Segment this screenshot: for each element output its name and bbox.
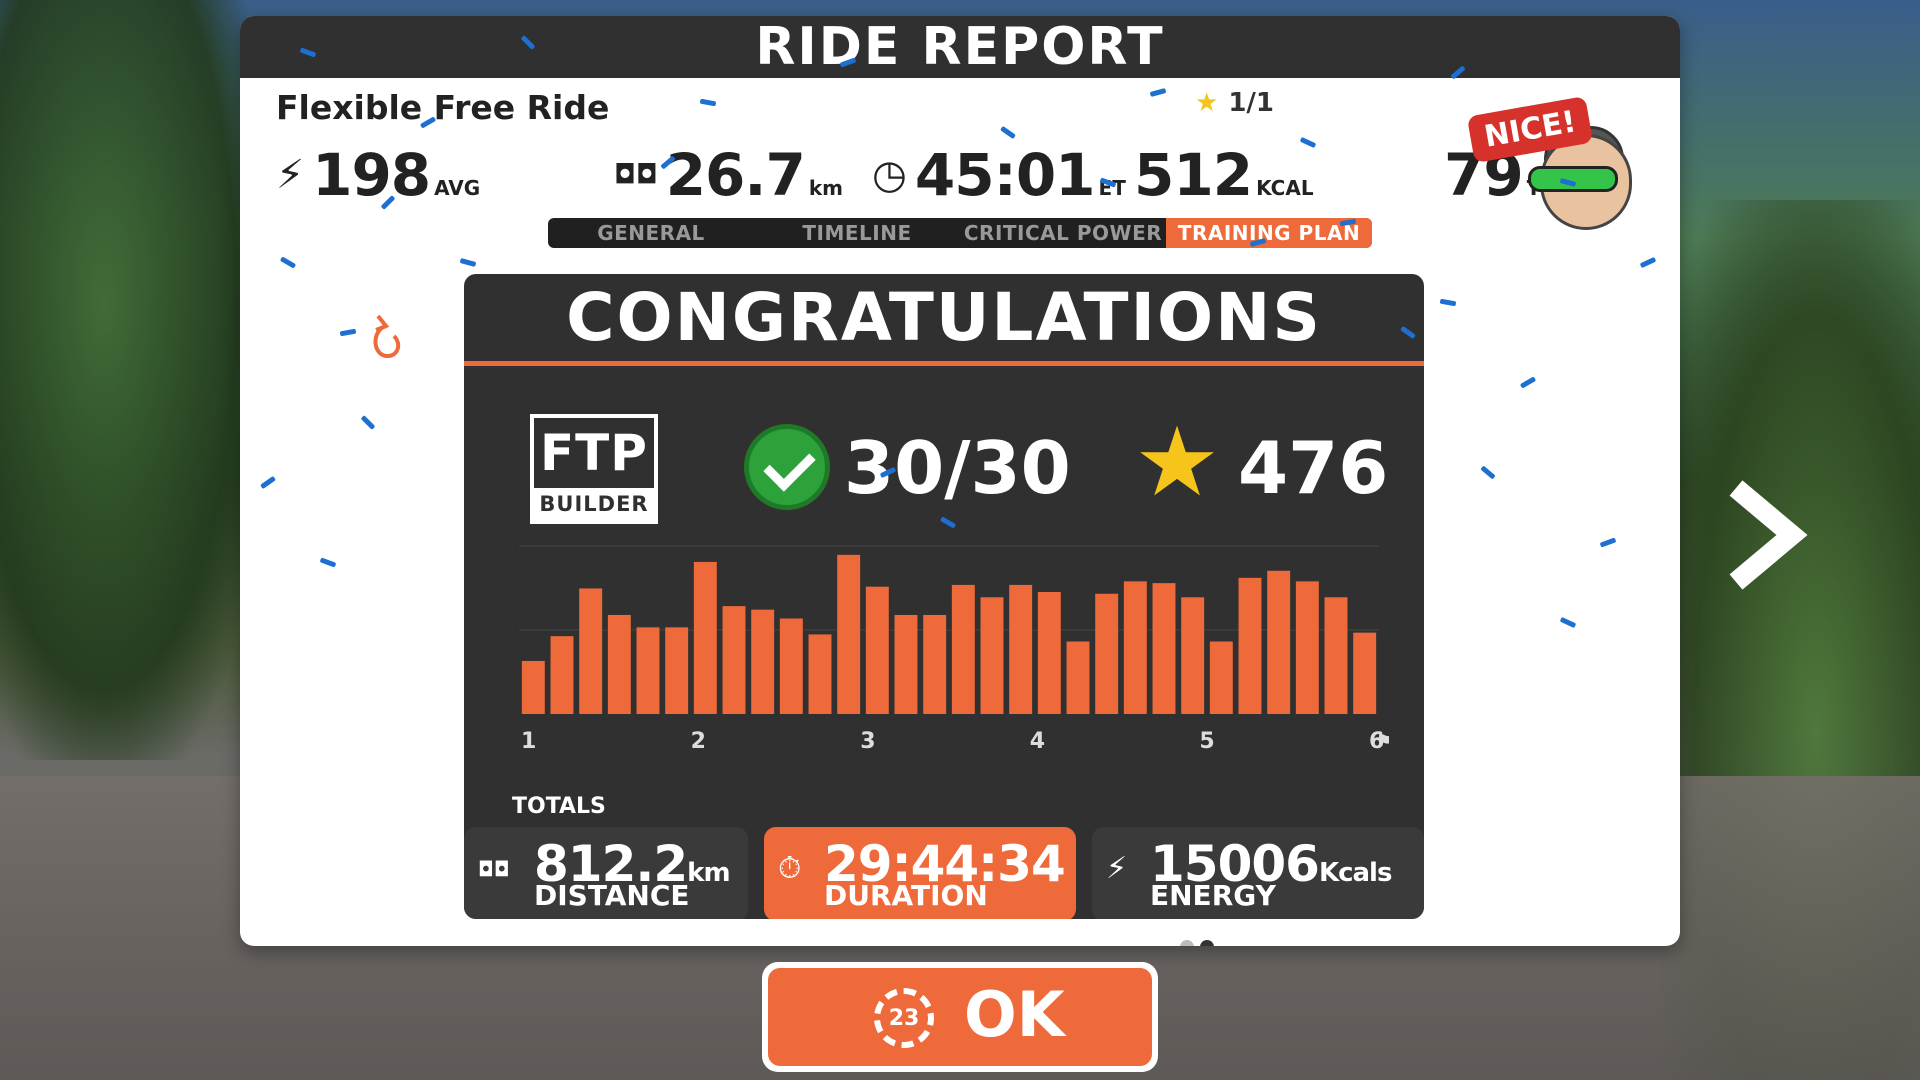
ok-button[interactable]: 23 OK (762, 962, 1158, 1072)
training-plan-card: CONGRATULATIONS FTP BUILDER 30/30 ★ 476 … (464, 274, 1424, 919)
workout-bar (579, 588, 603, 714)
workout-bar (1152, 583, 1176, 714)
total-energy: ⚡ 15006Kcals ENERGY (1092, 827, 1424, 919)
calories-unit: KCAL (1256, 176, 1314, 200)
mascot-goggles (1528, 166, 1618, 192)
star-icon: ★ (1195, 88, 1219, 118)
workout-bar (1209, 641, 1233, 714)
workout-bar (1037, 591, 1061, 714)
star-icon: ★ (1134, 406, 1221, 518)
chevron-right-icon[interactable] (1722, 480, 1812, 590)
avg-power-unit: AVG (434, 176, 481, 200)
workout-bar (1324, 597, 1348, 714)
total-energy-label: ENERGY (1150, 879, 1276, 912)
chart-tick-label: 2 (691, 729, 706, 754)
tab-timeline[interactable]: TIMELINE (754, 218, 960, 248)
pagination-dots (1180, 940, 1214, 946)
ride-stats: ⚡ 198 AVG ◘◘ 26.7 km ◷ 45:01 ET 512 KCAL… (276, 141, 1576, 211)
workout-bar (980, 597, 1004, 714)
distance-stat: ◘◘ 26.7 km (614, 141, 843, 209)
clock-icon: ◷ (872, 152, 907, 198)
countdown-timer: 23 (874, 988, 934, 1048)
ride-report-panel: RIDE REPORT Flexible Free Ride ★ 1/1 ⚡ 1… (240, 16, 1680, 946)
total-distance-label: DISTANCE (534, 879, 690, 912)
elapsed-time-value: 45:01 (914, 141, 1096, 209)
workout-bar (894, 614, 918, 714)
odometer-icon: ◘◘ (478, 857, 510, 881)
chart-tick-label: 5 (1199, 729, 1214, 754)
builder-logo-text: BUILDER (534, 488, 654, 520)
ftp-builder-logo: FTP BUILDER (530, 414, 658, 524)
workout-bar (1353, 632, 1377, 714)
ride-name: Flexible Free Ride (276, 88, 610, 127)
workouts-completed: 30/30 (844, 426, 1071, 510)
report-tabs: GENERAL TIMELINE CRITICAL POWER TRAINING… (548, 218, 1372, 248)
mascot-avatar: NICE! (1466, 95, 1640, 236)
workout-bar (1238, 577, 1262, 714)
workout-bar (521, 660, 545, 714)
chart-tick-label: 3 (860, 729, 875, 754)
workout-bar (1295, 581, 1319, 714)
workout-bar (808, 634, 832, 714)
distance-unit: km (808, 176, 843, 200)
finish-flag-icon: ⚑ (1375, 729, 1389, 753)
tab-general[interactable]: GENERAL (548, 218, 754, 248)
ftp-logo-text: FTP (540, 424, 648, 482)
odometer-icon: ◘◘ (614, 160, 658, 190)
workout-bar (923, 614, 947, 714)
ride-progress: ★ 1/1 (1195, 88, 1274, 118)
workout-bar (550, 636, 574, 714)
workout-bar-chart-svg: 1 2 3 4 5 6⚑ (519, 545, 1393, 754)
workout-bar (779, 618, 803, 714)
total-distance: ◘◘ 812.2km DISTANCE (464, 827, 748, 919)
chart-tick-label: 4 (1030, 729, 1045, 754)
power-icon: ⚡ (276, 152, 305, 198)
workout-bar (1009, 584, 1033, 714)
ok-label: OK (964, 978, 1065, 1051)
page-dot-1[interactable] (1180, 940, 1194, 946)
workout-bar (665, 627, 689, 714)
workout-bar (1267, 570, 1291, 714)
workout-bar (607, 614, 631, 714)
workout-bar (865, 586, 889, 714)
total-duration-label: DURATION (824, 879, 988, 912)
workout-bar (751, 609, 775, 714)
tab-critical-power[interactable]: CRITICAL POWER (960, 218, 1166, 248)
refresh-icon[interactable] (366, 308, 406, 368)
page-dot-2[interactable] (1200, 940, 1214, 946)
total-duration: ⏱ 29:44:34 DURATION (764, 827, 1076, 919)
workout-bar (1123, 581, 1147, 714)
plan-points: 476 (1238, 426, 1389, 510)
stopwatch-icon: ⏱ (778, 851, 802, 886)
background-foliage-left (0, 0, 260, 760)
panel-title: RIDE REPORT (755, 17, 1165, 77)
progress-count: 1/1 (1228, 88, 1274, 118)
chart-tick-label: 1 (521, 729, 536, 754)
workout-bar (1095, 593, 1119, 714)
avg-power-stat: ⚡ 198 AVG (276, 141, 480, 209)
workout-bar (951, 584, 975, 714)
workout-bar (1066, 641, 1090, 714)
workout-bar (636, 627, 660, 714)
elapsed-time-stat: ◷ 45:01 ET (872, 141, 1126, 209)
congratulations-title: CONGRATULATIONS (464, 274, 1424, 366)
workout-bar-chart: 1 2 3 4 5 6 ⚑ (509, 538, 1393, 758)
workout-bar (837, 554, 861, 714)
calories-value: 512 (1134, 141, 1253, 209)
ok-button-body: 23 OK (768, 968, 1152, 1066)
distance-value: 26.7 (665, 141, 806, 209)
workout-bar (1181, 597, 1205, 714)
workout-bar (722, 606, 746, 714)
avg-power-value: 198 (312, 141, 431, 209)
workout-bar (693, 561, 717, 714)
power-icon: ⚡ (1106, 851, 1128, 886)
check-circle-icon (744, 424, 830, 510)
calories-stat: 512 KCAL (1134, 141, 1314, 209)
totals-label: TOTALS (512, 794, 606, 819)
